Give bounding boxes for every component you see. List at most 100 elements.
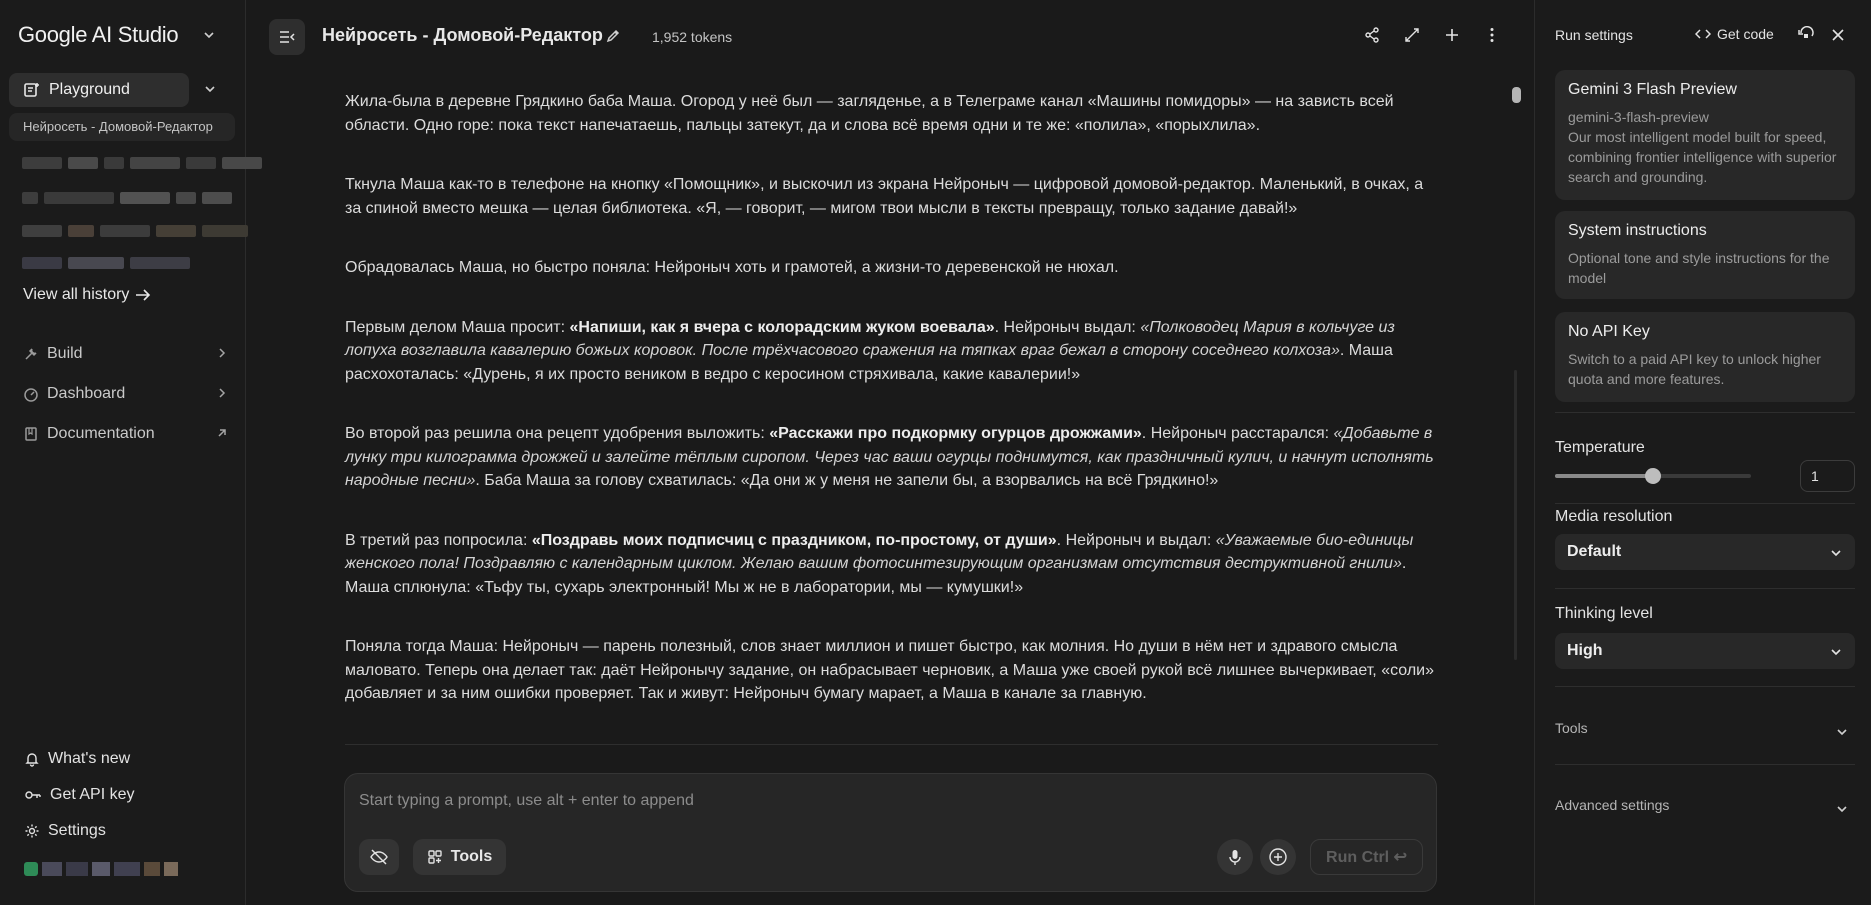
bold-text: «Расскажи про подкормку огурцов дрожжами…	[769, 425, 1142, 442]
whats-new-link[interactable]: What's new	[24, 750, 130, 768]
add-media-button[interactable]	[1260, 839, 1296, 875]
run-settings-panel: Run settings Get code Gemini 3 Flash Pre…	[1534, 0, 1871, 905]
tools-label: Tools	[450, 848, 493, 865]
whats-new-label: What's new	[48, 750, 131, 767]
arrow-right-icon	[135, 288, 151, 302]
text-run: Первым делом Маша просит:	[345, 318, 570, 336]
history-item-redacted[interactable]	[22, 225, 248, 237]
temperature-label: Temperature	[1555, 439, 1645, 456]
run-button[interactable]: Run Ctrl ↩	[1310, 839, 1423, 875]
user-account[interactable]	[24, 862, 178, 876]
microphone-button[interactable]	[1217, 839, 1253, 875]
divider	[1555, 412, 1855, 413]
pencil-icon[interactable]	[605, 28, 621, 44]
text-run: Обрадовалась Маша, но быстро поняла: Ней…	[345, 259, 1119, 276]
more-vert-icon[interactable]	[1483, 26, 1501, 44]
get-api-key-label: Get API key	[50, 786, 135, 803]
eye-off-icon	[369, 848, 389, 866]
text-run: Жила-была в деревне Грядкино баба Маша. …	[345, 93, 1394, 134]
system-instructions-card[interactable]: System instructions Optional tone and st…	[1555, 211, 1855, 299]
tools-section-toggle[interactable]: Tools	[1555, 720, 1855, 742]
response-paragraph: Жила-была в деревне Грядкино баба Маша. …	[345, 90, 1438, 137]
chevron-down-icon	[1829, 546, 1843, 560]
sidebar-item-build[interactable]: Build	[23, 342, 229, 366]
media-resolution-label: Media resolution	[1555, 508, 1673, 525]
sidebar-item-label: Dashboard	[47, 385, 126, 402]
scrollbar-track[interactable]	[1514, 370, 1517, 660]
settings-label: Settings	[48, 822, 106, 839]
share-icon[interactable]	[1363, 26, 1381, 44]
history-item-active[interactable]: Нейросеть - Домовой-Редактор	[9, 113, 235, 141]
tools-section-label: Tools	[1555, 720, 1588, 736]
chevron-down-icon	[1835, 725, 1849, 739]
temperature-input[interactable]	[1800, 460, 1855, 492]
key-icon	[24, 787, 42, 803]
app-logo[interactable]: Google AI Studio	[18, 22, 179, 48]
history-item-redacted[interactable]	[22, 157, 262, 169]
temperature-slider-thumb[interactable]	[1645, 468, 1661, 484]
history-item-redacted[interactable]	[22, 257, 190, 269]
api-key-card[interactable]: No API Key Switch to a paid API key to u…	[1555, 312, 1855, 402]
add-circle-icon	[1268, 847, 1288, 867]
external-link-icon	[215, 426, 229, 440]
get-code-button[interactable]: Get code	[1695, 26, 1774, 42]
media-resolution-select[interactable]: Default	[1555, 534, 1855, 570]
avatar	[24, 862, 38, 876]
sidebar-item-dashboard[interactable]: Dashboard	[23, 382, 229, 406]
divider	[1555, 588, 1855, 589]
view-all-history-link[interactable]: View all history	[23, 286, 151, 304]
sidebar-item-label: Documentation	[47, 425, 155, 442]
visibility-toggle-button[interactable]	[359, 839, 399, 875]
model-selector-card[interactable]: Gemini 3 Flash Preview gemini-3-flash-pr…	[1555, 70, 1855, 200]
settings-link[interactable]: Settings	[24, 822, 106, 840]
media-resolution-value: Default	[1567, 543, 1622, 560]
plus-icon[interactable]	[1443, 26, 1461, 44]
text-run: . Баба Маша за голову схватилась: «Да он…	[475, 472, 1219, 489]
text-run: В третий раз попросила:	[345, 531, 532, 549]
chat-header: Нейросеть - Домовой-Редактор 1,952 token…	[247, 0, 1534, 72]
sidebar-item-label: Playground	[49, 81, 130, 98]
response-paragraph: Во второй раз решила она рецепт удобрени…	[345, 422, 1438, 493]
tools-button[interactable]: Tools	[413, 839, 506, 875]
advanced-settings-label: Advanced settings	[1555, 797, 1670, 813]
close-icon[interactable]	[1829, 26, 1847, 44]
chevron-down-icon	[1829, 645, 1843, 659]
playground-icon	[23, 81, 41, 99]
chevron-down-icon[interactable]	[203, 82, 217, 96]
chevron-down-icon	[1835, 802, 1849, 816]
text-run: . Нейроныч расстарался:	[1141, 425, 1334, 442]
model-description: Our most intelligent model built for spe…	[1568, 129, 1837, 185]
bold-text: «Напиши, как я вчера с колорадским жуком…	[569, 318, 995, 336]
system-instructions-title: System instructions	[1568, 222, 1707, 239]
sidebar-item-playground[interactable]: Playground	[9, 73, 189, 107]
thinking-level-label: Thinking level	[1555, 605, 1653, 622]
api-key-description: Switch to a paid API key to unlock highe…	[1568, 351, 1821, 387]
grid-icon	[427, 849, 443, 865]
text-run: Поняла тогда Маша: Нейроныч — парень пол…	[345, 638, 1434, 702]
scrollbar-thumb[interactable]	[1512, 87, 1521, 103]
reset-icon[interactable]	[1797, 26, 1815, 44]
get-api-key-link[interactable]: Get API key	[24, 786, 134, 804]
api-key-title: No API Key	[1568, 323, 1650, 340]
divider	[1555, 503, 1855, 504]
panel-title: Run settings	[1555, 27, 1633, 43]
compare-icon[interactable]	[1403, 26, 1421, 44]
chevron-down-icon[interactable]	[202, 28, 216, 42]
documentation-icon	[23, 426, 39, 442]
divider	[345, 744, 1438, 745]
response-paragraph: Первым делом Маша просит: «Напиши, как я…	[345, 316, 1438, 387]
toggle-sidebar-button[interactable]	[269, 19, 305, 55]
model-id: gemini-3-flash-preview	[1568, 109, 1709, 125]
divider	[1555, 764, 1855, 765]
bold-text: «Поздравь моих подписчиц с праздником, п…	[531, 531, 1057, 549]
sidebar-item-documentation[interactable]: Documentation	[23, 422, 229, 446]
response-paragraph: В третий раз попросила: «Поздравь моих п…	[345, 529, 1438, 600]
divider	[1555, 686, 1855, 687]
prompt-input[interactable]	[359, 788, 1419, 814]
system-instructions-description: Optional tone and style instructions for…	[1568, 250, 1830, 286]
advanced-settings-toggle[interactable]: Advanced settings	[1555, 797, 1855, 819]
thinking-level-select[interactable]: High	[1555, 633, 1855, 669]
response-paragraph: Поняла тогда Маша: Нейроныч — парень пол…	[345, 635, 1438, 706]
collapse-menu-icon	[278, 29, 296, 45]
history-item-redacted[interactable]	[22, 192, 232, 204]
